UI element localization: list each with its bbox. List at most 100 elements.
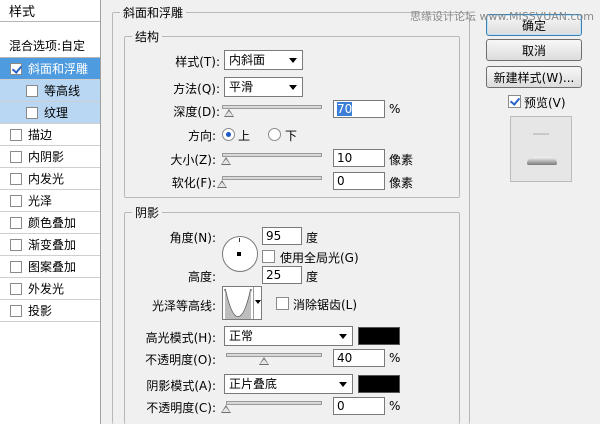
direction-down-radio[interactable]: [268, 128, 281, 141]
style-item-label: 图案叠加: [28, 260, 77, 274]
shadow-opacity-slider-thumb[interactable]: [221, 405, 231, 413]
style-item-label: 外发光: [28, 282, 65, 296]
chevron-down-icon: [255, 300, 261, 304]
contour-dropdown-button[interactable]: [253, 287, 262, 319]
style-item-satin[interactable]: 光泽: [0, 190, 100, 212]
shadow-opacity-input[interactable]: 0: [333, 397, 385, 415]
new-style-button[interactable]: 新建样式(W)...: [486, 66, 582, 88]
outer-glow-checkbox[interactable]: [10, 282, 22, 295]
shadow-mode-value: 正片叠底: [229, 377, 278, 391]
global-light-label: 使用全局光(G): [280, 251, 359, 265]
altitude-label: 高度:: [187, 270, 216, 284]
gloss-contour-picker[interactable]: [222, 286, 262, 320]
watermark-text: 思缘设计论坛 www.MISSVUAN.com: [410, 10, 594, 23]
style-item-stroke[interactable]: 描边: [0, 124, 100, 146]
altitude-input[interactable]: 25: [262, 266, 302, 284]
shadow-opacity-slider-track: [226, 401, 322, 405]
highlight-color-swatch[interactable]: [358, 327, 400, 345]
highlight-opacity-slider[interactable]: [226, 350, 322, 366]
style-label: 样式(T):: [175, 55, 220, 69]
technique-select[interactable]: 平滑: [224, 77, 303, 97]
angle-unit: 度: [306, 231, 319, 245]
size-slider-thumb[interactable]: [221, 157, 231, 165]
size-unit: 像素: [389, 153, 414, 167]
shadow-opacity-slider[interactable]: [221, 398, 322, 414]
bevel-emboss-title: 斜面和浮雕: [120, 4, 187, 21]
style-item-drop-shadow[interactable]: 投影: [0, 300, 100, 322]
soften-slider-thumb[interactable]: [217, 180, 227, 188]
angle-dial-center: [237, 252, 241, 256]
bevel-emboss-checkbox[interactable]: [10, 62, 22, 75]
altitude-unit: 度: [306, 270, 319, 284]
direction-up-radio[interactable]: [222, 128, 235, 141]
angle-label: 角度(N):: [169, 231, 216, 245]
stroke-checkbox[interactable]: [10, 128, 22, 141]
color-overlay-checkbox[interactable]: [10, 216, 22, 229]
soften-input[interactable]: 0: [333, 172, 385, 190]
texture-checkbox[interactable]: [26, 106, 38, 119]
depth-slider[interactable]: [222, 102, 322, 118]
gradient-overlay-checkbox[interactable]: [10, 238, 22, 251]
size-slider-track: [222, 153, 322, 157]
satin-checkbox[interactable]: [10, 194, 22, 207]
style-select[interactable]: 内斜面: [224, 50, 303, 70]
anti-alias-checkbox[interactable]: [276, 297, 289, 310]
highlight-opacity-slider-track: [226, 353, 322, 357]
direction-down-label: 下: [285, 129, 298, 143]
depth-unit: %: [389, 102, 401, 116]
soften-slider[interactable]: [217, 173, 322, 189]
preview-bevel-shape: [527, 157, 557, 165]
shading-title: 阴影: [132, 204, 163, 221]
shadow-mode-label: 阴影模式(A):: [146, 379, 216, 393]
chevron-down-icon: [289, 85, 297, 90]
blend-options-item[interactable]: 混合选项:自定: [0, 34, 100, 58]
crosshair-icon: [239, 238, 240, 242]
style-item-label: 斜面和浮雕: [28, 62, 89, 76]
style-item-label: 等高线: [44, 84, 81, 98]
shadow-opacity-value: 0: [337, 399, 345, 413]
cancel-button[interactable]: 取消: [486, 39, 582, 61]
chevron-down-icon: [289, 58, 297, 63]
highlight-opacity-input[interactable]: 40: [333, 349, 385, 367]
technique-select-value: 平滑: [229, 80, 254, 94]
preview-label: 预览(V): [524, 96, 566, 110]
size-input[interactable]: 10: [333, 149, 385, 167]
depth-input[interactable]: 70: [333, 100, 385, 118]
soften-slider-track: [222, 176, 322, 180]
style-item-bevel-emboss[interactable]: 斜面和浮雕: [0, 58, 100, 80]
style-item-outer-glow[interactable]: 外发光: [0, 278, 100, 300]
global-light-checkbox[interactable]: [262, 250, 275, 263]
style-item-inner-shadow[interactable]: 内阴影: [0, 146, 100, 168]
style-item-color-overlay[interactable]: 颜色叠加: [0, 212, 100, 234]
pattern-overlay-checkbox[interactable]: [10, 260, 22, 273]
style-preview-thumbnail: [510, 116, 572, 182]
style-list-title: 样式: [0, 0, 100, 22]
highlight-mode-select[interactable]: 正常: [224, 326, 353, 346]
size-label: 大小(Z):: [170, 153, 216, 167]
inner-glow-checkbox[interactable]: [10, 172, 22, 185]
style-item-texture[interactable]: 纹理: [0, 102, 100, 124]
angle-input[interactable]: 95: [262, 227, 302, 245]
shadow-color-swatch[interactable]: [358, 375, 400, 393]
highlight-opacity-slider-thumb[interactable]: [259, 357, 270, 365]
shadow-mode-select[interactable]: 正片叠底: [224, 374, 353, 394]
style-item-contour[interactable]: 等高线: [0, 80, 100, 102]
contour-curve-icon: [224, 288, 252, 319]
soften-label: 软化(F):: [171, 176, 216, 190]
size-slider[interactable]: [221, 150, 322, 166]
style-item-gradient-overlay[interactable]: 渐变叠加: [0, 234, 100, 256]
inner-shadow-checkbox[interactable]: [10, 150, 22, 163]
preview-checkbox[interactable]: [508, 95, 521, 108]
style-item-inner-glow[interactable]: 内发光: [0, 168, 100, 190]
style-item-label: 内阴影: [28, 150, 65, 164]
style-item-label: 光泽: [28, 194, 53, 208]
drop-shadow-checkbox[interactable]: [10, 304, 22, 317]
angle-dial[interactable]: [222, 236, 258, 272]
direction-label: 方向:: [187, 129, 216, 143]
shadow-opacity-label: 不透明度(C):: [146, 401, 216, 415]
direction-up-label: 上: [238, 129, 251, 143]
contour-checkbox[interactable]: [26, 84, 38, 97]
style-item-label: 颜色叠加: [28, 216, 77, 230]
style-item-pattern-overlay[interactable]: 图案叠加: [0, 256, 100, 278]
depth-slider-thumb[interactable]: [224, 109, 234, 117]
